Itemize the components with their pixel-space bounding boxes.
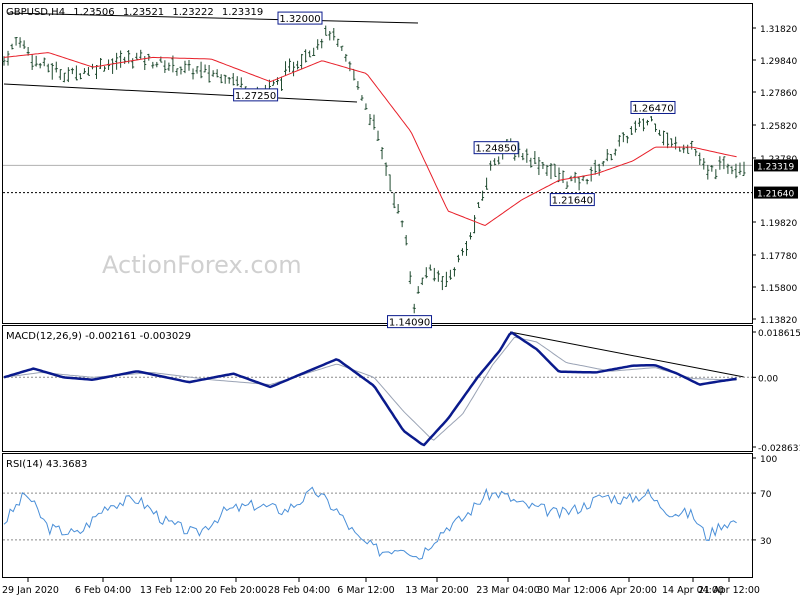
price-axis-box: 1.23319	[754, 159, 798, 172]
rsi-axis: 100 70 30	[752, 455, 777, 547]
price-axis: 1.318201.298401.278601.258201.237801.198…	[752, 25, 798, 326]
rsi-tick-label: 30	[760, 537, 772, 547]
price-axis-box-text: 1.23319	[757, 162, 794, 172]
price-label: 1.27250	[233, 88, 279, 102]
price-tick-label: 1.25820	[760, 122, 797, 132]
forex-chart: ActionForex.com GBPUSD,H4 1.23506 1.2352…	[2, 3, 800, 596]
price-tick-label: 1.15800	[760, 284, 797, 294]
price-tick-label: 1.29840	[760, 57, 797, 67]
macd-tick-label: 0.00	[758, 374, 778, 384]
close-value: 1.23319	[222, 7, 263, 18]
watermark: ActionForex.com	[102, 251, 302, 279]
time-tick-label: 6 Feb 04:00	[75, 585, 131, 596]
price-axis-box-text: 1.21640	[757, 190, 794, 200]
time-tick-label: 6 Apr 20:00	[601, 585, 657, 596]
price-tick-label: 1.13820	[760, 316, 797, 326]
symbol-label: GBPUSD,H4	[6, 7, 65, 18]
macd-tick-label: 0.018615	[758, 329, 800, 339]
macd-title: MACD(12,26,9) -0.002161 -0.003029	[6, 331, 191, 342]
price-tick-label: 1.27860	[760, 89, 797, 99]
price-label: 1.14090	[387, 315, 433, 329]
price-label-text: 1.26470	[632, 103, 673, 114]
macd-panel-frame	[2, 325, 753, 452]
time-tick-label: 20 Feb 20:00	[205, 585, 267, 596]
rsi-panel-frame	[2, 453, 753, 578]
low-value: 1.23222	[172, 7, 213, 18]
rsi-title: RSI(14) 43.3683	[6, 459, 87, 470]
time-tick-label: 13 Mar 20:00	[405, 585, 468, 596]
time-tick-label: 21 Apr 12:00	[698, 585, 760, 596]
time-tick-label: 29 Jan 2020	[2, 585, 59, 596]
time-tick-label: 30 Mar 12:00	[537, 585, 600, 596]
price-label: 1.24850	[473, 141, 519, 155]
time-tick-label: 13 Feb 12:00	[140, 585, 202, 596]
price-label: 1.26470	[630, 100, 676, 114]
price-label-text: 1.27250	[235, 91, 276, 102]
time-axis: 29 Jan 2020 6 Feb 04:00 13 Feb 12:00 20 Feb…	[2, 578, 760, 596]
price-label-text: 1.14090	[389, 318, 430, 329]
time-tick-label: 6 Mar 12:00	[337, 585, 394, 596]
price-label-text: 1.24850	[475, 144, 516, 155]
price-label: 1.32000	[277, 11, 323, 25]
price-tick-label: 1.17780	[760, 252, 797, 262]
price-tick-label: 1.31820	[760, 25, 797, 35]
price-tick-label: 1.19820	[760, 219, 797, 229]
macd-axis: 0.018615 0.00 -0.028631	[752, 329, 800, 454]
rsi-tick-label: 100	[760, 455, 777, 465]
time-tick-label: 23 Mar 04:00	[476, 585, 539, 596]
price-axis-box: 1.21640	[754, 186, 798, 200]
time-tick-label: 28 Feb 04:00	[268, 585, 330, 596]
price-label: 1.21640	[549, 193, 595, 207]
rsi-tick-label: 70	[760, 490, 772, 500]
macd-tick-label: -0.028631	[758, 444, 800, 454]
price-label-text: 1.21640	[552, 196, 593, 207]
open-value: 1.23506	[73, 7, 114, 18]
price-label-text: 1.32000	[279, 14, 320, 25]
